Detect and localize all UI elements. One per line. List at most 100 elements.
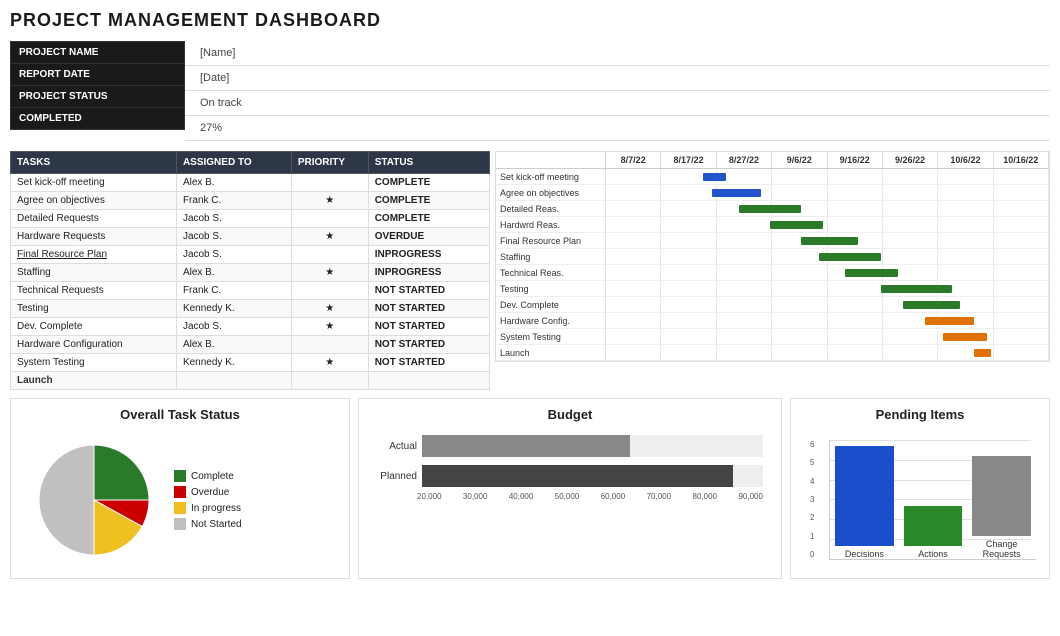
priority-cell — [291, 372, 368, 390]
col-header-priority: PRIORITY — [291, 152, 368, 174]
task-cell: Hardware Requests — [11, 228, 177, 246]
bottom-section: Overall Task Status CompleteOverdueIn pr… — [10, 398, 1050, 579]
pending-y-label: 5 — [810, 458, 814, 467]
gantt-row-bars — [606, 281, 1049, 296]
gantt-bar — [739, 205, 801, 213]
gantt-row: Launch — [496, 345, 1049, 361]
gantt-date-cell: 10/6/22 — [938, 152, 993, 168]
pending-y-label: 0 — [810, 550, 814, 559]
budget-bar-track — [422, 465, 763, 487]
info-labels: PROJECT NAME REPORT DATE PROJECT STATUS … — [10, 41, 185, 141]
budget-x-label: 80,000 — [693, 492, 717, 501]
pie-segment — [94, 445, 149, 500]
info-label-report-date: REPORT DATE — [10, 63, 185, 85]
gantt-row-label: Detailed Reas. — [496, 201, 606, 216]
gantt-row: Agree on objectives — [496, 185, 1049, 201]
budget-bar-fill — [422, 465, 733, 487]
gantt-bar — [943, 333, 987, 341]
priority-cell: ★ — [291, 300, 368, 318]
pending-bar-col: Actions — [904, 506, 963, 559]
col-header-assigned: ASSIGNED TO — [176, 152, 291, 174]
pending-y-label: 3 — [810, 495, 814, 504]
gantt-rows: Set kick-off meetingAgree on objectivesD… — [496, 169, 1049, 361]
info-label-project-status: PROJECT STATUS — [10, 85, 185, 107]
pending-bar — [972, 456, 1031, 536]
pending-bars-area: 0123456 DecisionsActionsChange Requests — [829, 440, 1036, 560]
pending-y-axis: 0123456 — [810, 440, 814, 559]
gantt-row-label: Agree on objectives — [496, 185, 606, 200]
pending-y-label: 1 — [810, 532, 814, 541]
gantt-row-bars — [606, 249, 1049, 264]
gantt-date-cell: 10/16/22 — [994, 152, 1049, 168]
legend-item: Overdue — [174, 486, 242, 498]
gantt-row-bars — [606, 297, 1049, 312]
legend-label: In progress — [191, 503, 241, 514]
gantt-row-bars — [606, 201, 1049, 216]
task-cell: Agree on objectives — [11, 192, 177, 210]
pending-bar-label: Decisions — [845, 549, 884, 559]
info-value-project-status: On track — [185, 91, 1050, 116]
priority-cell: ★ — [291, 354, 368, 372]
info-section: PROJECT NAME REPORT DATE PROJECT STATUS … — [10, 41, 1050, 141]
gantt-row-label: Testing — [496, 281, 606, 296]
pending-bar-col: Change Requests — [972, 456, 1031, 559]
legend-label: Overdue — [191, 487, 229, 498]
assigned-cell — [176, 372, 291, 390]
gantt-date-cell: 8/7/22 — [606, 152, 661, 168]
assigned-cell: Kennedy K. — [176, 300, 291, 318]
pending-y-label: 6 — [810, 440, 814, 449]
priority-cell: ★ — [291, 264, 368, 282]
priority-cell — [291, 246, 368, 264]
status-cell: INPROGRESS — [368, 246, 489, 264]
pending-bar-label: Change Requests — [983, 539, 1021, 559]
priority-cell — [291, 174, 368, 192]
tasks-table: TASKS ASSIGNED TO PRIORITY STATUS Set ki… — [10, 151, 490, 390]
gantt-row: Staffing — [496, 249, 1049, 265]
gantt-row-bars — [606, 185, 1049, 200]
pending-y-label: 4 — [810, 477, 814, 486]
gantt-container: 8/7/228/17/228/27/229/6/229/16/229/26/22… — [495, 151, 1050, 362]
budget-card: Budget ActualPlanned 20,00030,00040,0005… — [358, 398, 782, 579]
gantt-bar — [819, 253, 881, 261]
status-cell: COMPLETE — [368, 192, 489, 210]
gantt-row-bars — [606, 345, 1049, 360]
gantt-row: Hardwrd Reas. — [496, 217, 1049, 233]
budget-x-label: 60,000 — [601, 492, 625, 501]
assigned-cell: Jacob S. — [176, 246, 291, 264]
task-cell: Hardware Configuration — [11, 336, 177, 354]
pending-bar — [904, 506, 963, 546]
info-label-project-name: PROJECT NAME — [10, 41, 185, 63]
page-title: PROJECT MANAGEMENT DASHBOARD — [10, 10, 1050, 31]
legend-item: Complete — [174, 470, 242, 482]
status-cell: OVERDUE — [368, 228, 489, 246]
info-value-completed: 27% — [185, 116, 1050, 141]
task-cell: Set kick-off meeting — [11, 174, 177, 192]
col-header-status: STATUS — [368, 152, 489, 174]
budget-x-label: 50,000 — [555, 492, 579, 501]
pending-chart: 0123456 DecisionsActionsChange Requests — [799, 430, 1041, 565]
budget-bars: ActualPlanned — [372, 435, 768, 487]
assigned-cell: Alex B. — [176, 264, 291, 282]
gantt-bar — [925, 317, 974, 325]
priority-cell — [291, 282, 368, 300]
task-cell[interactable]: Final Resource Plan — [11, 246, 177, 264]
priority-cell: ★ — [291, 192, 368, 210]
budget-bar-row: Actual — [377, 435, 763, 457]
status-cell: NOT STARTED — [368, 354, 489, 372]
status-cell: NOT STARTED — [368, 336, 489, 354]
gantt-row: Final Resource Plan — [496, 233, 1049, 249]
gantt-row-label: Technical Reas. — [496, 265, 606, 280]
gantt-row-label: Hardwrd Reas. — [496, 217, 606, 232]
gantt-dates-row: 8/7/228/17/228/27/229/6/229/16/229/26/22… — [606, 152, 1049, 168]
assigned-cell: Jacob S. — [176, 318, 291, 336]
gantt-label-col-header — [496, 152, 606, 168]
assigned-cell: Jacob S. — [176, 228, 291, 246]
gantt-row-bars — [606, 313, 1049, 328]
info-value-project-name: [Name] — [185, 41, 1050, 66]
pending-bar-label: Actions — [918, 549, 948, 559]
status-cell: INPROGRESS — [368, 264, 489, 282]
gantt-row: Set kick-off meeting — [496, 169, 1049, 185]
budget-x-label: 20,000 — [417, 492, 441, 501]
legend-item: Not Started — [174, 518, 242, 530]
gantt-row: Hardware Config. — [496, 313, 1049, 329]
